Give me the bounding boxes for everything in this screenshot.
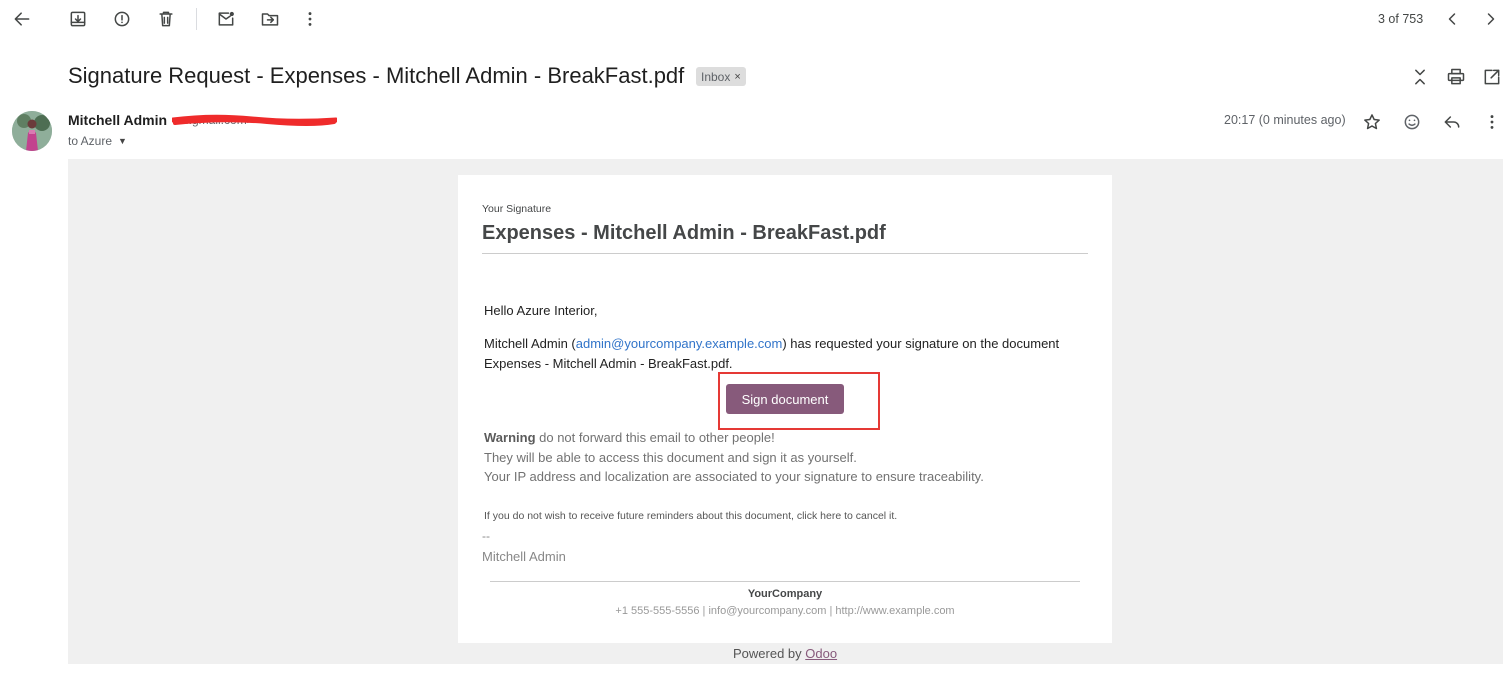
unsubscribe-note: If you do not wish to receive future rem…	[484, 510, 897, 522]
footer-divider	[490, 581, 1080, 582]
cancel-reminders-link[interactable]: click here to cancel it.	[797, 510, 897, 522]
caret-down-icon: ▼	[118, 136, 127, 146]
powered-by: Powered by Odoo	[733, 646, 837, 661]
open-new-window-icon[interactable]	[1480, 65, 1503, 89]
avatar[interactable]	[12, 111, 52, 151]
remove-label-icon[interactable]: ×	[734, 71, 740, 83]
archive-icon[interactable]	[66, 7, 90, 31]
signature-separator: --	[482, 529, 490, 543]
warning-line-1: do not forward this email to other peopl…	[535, 430, 775, 445]
chevron-left-icon[interactable]	[1440, 7, 1464, 31]
company-name: YourCompany	[747, 588, 823, 600]
star-icon[interactable]	[1360, 110, 1384, 134]
recipient-line: to Azure	[68, 134, 113, 148]
warning-block: Warning do not forward this email to oth…	[484, 428, 984, 487]
odoo-link[interactable]: Odoo	[805, 646, 837, 661]
sender-name: Mitchell Admin	[68, 112, 168, 128]
eyebrow-label: Your Signature	[482, 203, 552, 215]
email-message-card: Your Signature Expenses - Mitchell Admin…	[458, 175, 1112, 643]
powered-by-prefix: Powered by	[733, 646, 806, 661]
mark-unread-icon[interactable]	[214, 7, 238, 31]
more-options-icon[interactable]	[1480, 110, 1503, 134]
unsubscribe-prefix: If you do not wish to receive future rem…	[484, 510, 797, 522]
back-arrow-icon[interactable]	[10, 7, 34, 31]
title-divider	[482, 253, 1088, 254]
more-vertical-icon[interactable]	[298, 7, 322, 31]
warning-line-3: Your IP address and localization are ass…	[484, 469, 984, 484]
annotation-highlight-box	[718, 372, 880, 430]
page-counter: 3 of 753	[1378, 12, 1424, 26]
collapse-all-icon[interactable]	[1408, 65, 1432, 89]
body-prefix: Mitchell Admin (	[484, 336, 576, 351]
company-contact: +1 555-555-5556 | info@yourcompany.com |…	[615, 605, 955, 617]
chevron-right-icon[interactable]	[1479, 7, 1503, 31]
email-subject: Signature Request - Expenses - Mitchell …	[68, 63, 685, 88]
reply-icon[interactable]	[1440, 110, 1464, 134]
warning-label: Warning	[484, 430, 536, 445]
recipient-details-toggle[interactable]: to Azure ▼	[68, 134, 127, 148]
redaction-scribble	[172, 114, 337, 126]
print-icon[interactable]	[1444, 65, 1468, 89]
report-spam-icon[interactable]	[110, 7, 134, 31]
toolbar-divider	[196, 8, 197, 30]
warning-line-2: They will be able to access this documen…	[484, 449, 857, 465]
inbox-label-text: Inbox	[701, 69, 731, 84]
greeting: Hello Azure Interior,	[484, 303, 598, 318]
email-timestamp: 20:17 (0 minutes ago)	[1224, 113, 1346, 127]
delete-icon[interactable]	[154, 7, 178, 31]
inbox-label-chip[interactable]: Inbox ×	[696, 67, 746, 86]
move-to-folder-icon[interactable]	[258, 7, 282, 31]
document-title: Expenses - Mitchell Admin - BreakFast.pd…	[482, 222, 886, 244]
request-paragraph: Mitchell Admin (admin@yourcompany.exampl…	[484, 334, 1084, 374]
signature-name: Mitchell Admin	[482, 549, 566, 564]
emoji-reaction-icon[interactable]	[1400, 110, 1424, 134]
requester-email-link[interactable]: admin@yourcompany.example.com	[576, 336, 783, 351]
